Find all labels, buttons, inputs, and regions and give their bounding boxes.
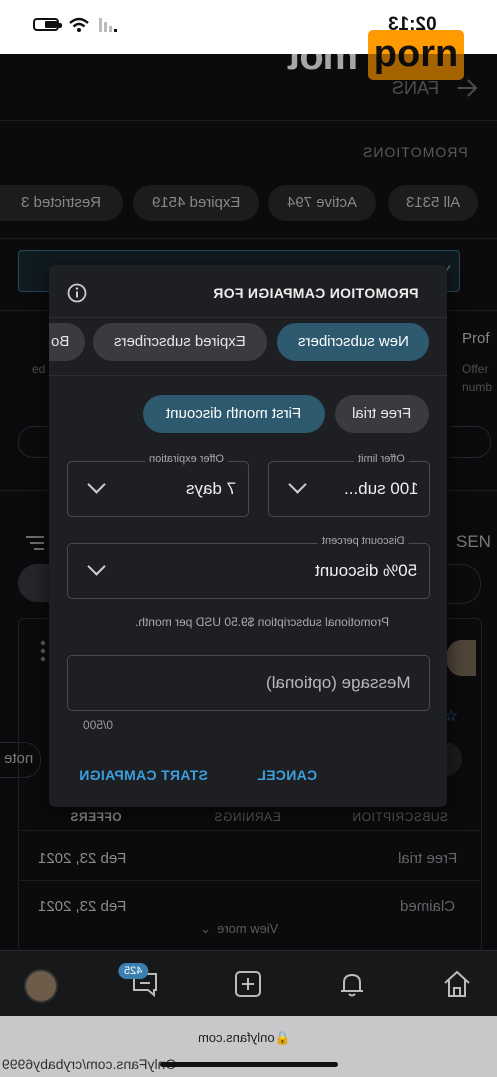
chevron-down-icon	[87, 475, 106, 494]
promotion-dialog: PROMOTION CAMPAIGN FOR New subscribers E…	[49, 265, 447, 807]
browser-domain: 🔒onlyfans.com	[198, 1030, 291, 1045]
tab-both[interactable]: Bo	[49, 323, 85, 361]
tab-free-trial[interactable]: Free trial	[335, 395, 429, 433]
home-icon[interactable]	[442, 969, 472, 999]
home-indicator	[160, 1062, 338, 1067]
tab-expired-subscribers[interactable]: Expired subscribers	[93, 323, 267, 361]
message-input[interactable]: Message (optional)	[67, 655, 430, 711]
battery-icon	[33, 18, 62, 31]
cancel-button[interactable]: CANCEL	[257, 767, 317, 783]
chevron-down-icon	[288, 475, 307, 494]
messages-badge: 425	[118, 963, 149, 979]
bottom-nav: 425	[0, 950, 497, 1017]
lock-icon: 🔒	[274, 1030, 291, 1045]
offer-limit-select[interactable]: Offer limit 100 sub...	[268, 453, 430, 517]
tab-new-subscribers[interactable]: New subscribers	[277, 323, 429, 361]
offer-expiration-select[interactable]: Offer expiration 7 days	[67, 453, 249, 517]
wifi-icon	[69, 17, 89, 32]
bell-icon[interactable]	[337, 969, 367, 999]
discount-select[interactable]: Discount percent 50% discount	[67, 535, 430, 599]
browser-url: OnlyFans.com/crybaby6999	[2, 1056, 177, 1072]
info-icon[interactable]	[67, 283, 87, 303]
signal-icon	[99, 18, 117, 32]
chevron-down-icon	[87, 557, 106, 576]
start-campaign-button[interactable]: START CAMPAIGN	[79, 767, 208, 783]
profile-avatar[interactable]	[24, 969, 58, 1003]
dialog-title: PROMOTION CAMPAIGN FOR	[213, 285, 419, 301]
tab-first-month-discount[interactable]: First month discount	[143, 395, 325, 433]
message-counter: 0/500	[83, 718, 114, 732]
browser-address-bar[interactable]: 🔒onlyfans.com OnlyFans.com/crybaby6999	[0, 1016, 497, 1077]
add-post-icon[interactable]	[233, 969, 263, 999]
promo-note: Promotional subscription $9.50 USD per m…	[135, 615, 390, 629]
